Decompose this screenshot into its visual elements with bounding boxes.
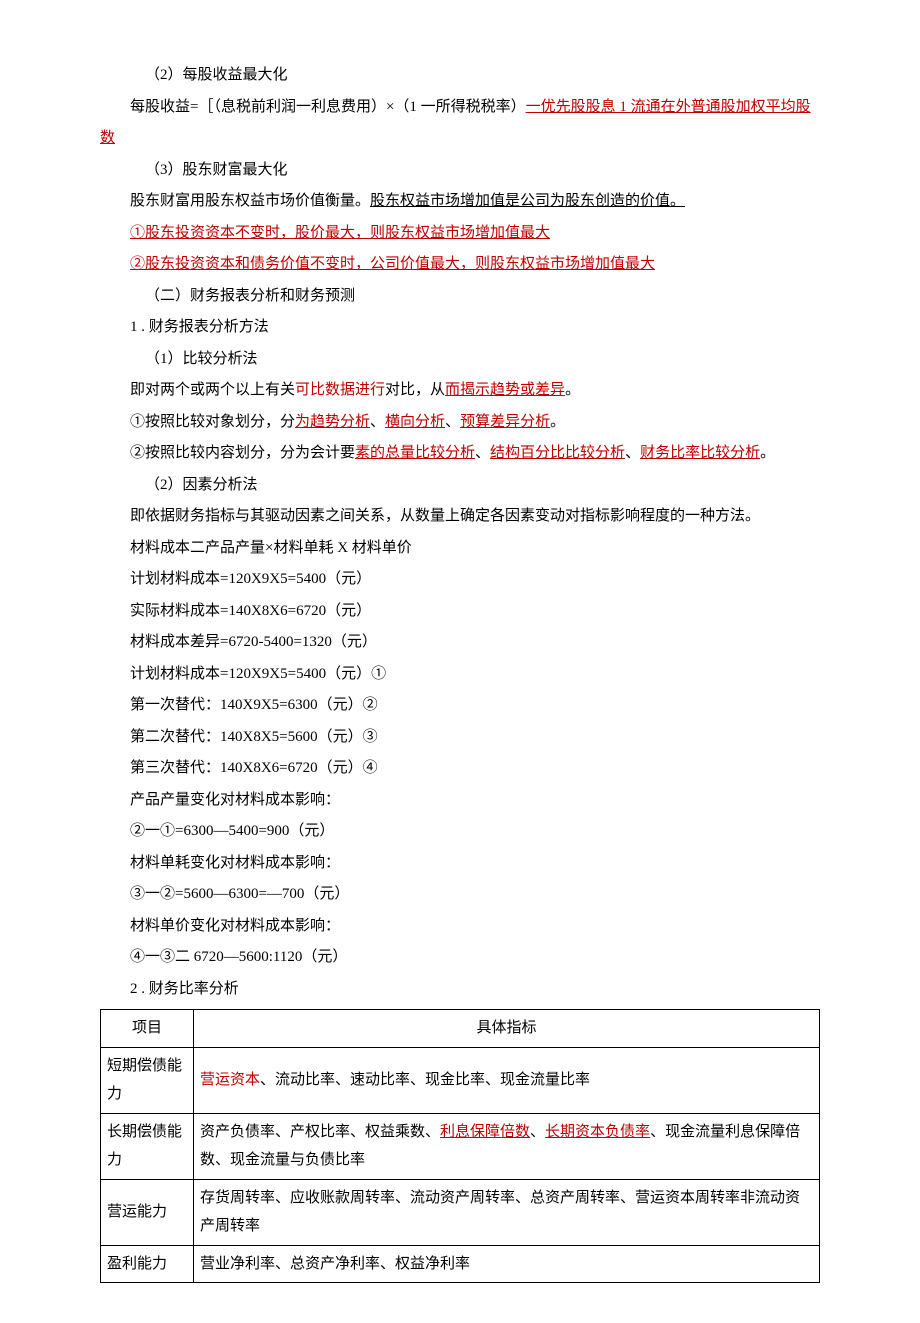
method-2-desc: 即依据财务指标与其驱动因素之间关系，从数量上确定各因素变动对指标影响程度的一种方…	[100, 501, 820, 533]
text: 、	[475, 445, 490, 461]
text: 每股收益=［（息税前利润一利息费用）×（1 一所得税税率）	[130, 99, 526, 115]
text: 。	[565, 382, 580, 398]
table-cell: 存货周转率、应收账款周转率、流动资产周转率、总资产周转率、营运资本周转率非流动资…	[194, 1179, 820, 1245]
calc-line: 实际材料成本=140X8X6=6720（元）	[100, 596, 820, 628]
method-1-desc: 即对两个或两个以上有关可比数据进行对比，从而揭示趋势或差异。	[100, 375, 820, 407]
highlight-text: 横向分析	[385, 414, 445, 430]
calc-line: 计划材料成本=120X9X5=5400（元）	[100, 564, 820, 596]
compare-content-line: ②按照比较内容划分，分为会计要素的总量比较分析、结构百分比比较分析、财务比率比较…	[100, 438, 820, 470]
calc-line: 第二次替代：140X8X5=5600（元）③	[100, 722, 820, 754]
text: 、	[530, 1124, 545, 1140]
line-shareholder-desc: 股东财富用股东权益市场价值衡量。股东权益市场增加值是公司为股东创造的价值。	[100, 186, 820, 218]
compare-obj-line: ①按照比较对象划分，分为趋势分析、横向分析、预算差异分析。	[100, 407, 820, 439]
text: 对比，从	[385, 382, 445, 398]
table-cell: 长期偿债能力	[101, 1113, 194, 1179]
calc-line: 材料单价变化对材料成本影响：	[100, 911, 820, 943]
highlight-text: 预算差异分析	[460, 414, 550, 430]
text: 资产负债率、产权比率、权益乘数、	[200, 1124, 440, 1140]
red-text: 可比数据进行	[295, 382, 385, 398]
text: ①按照比较对象划分，分	[130, 414, 295, 430]
table-cell: 盈利能力	[101, 1245, 194, 1283]
text: 股东财富用股东权益市场价值衡量。	[130, 193, 370, 209]
table-row: 营运能力 存货周转率、应收账款周转率、流动资产周转率、总资产周转率、营运资本周转…	[101, 1179, 820, 1245]
calc-line: ②一①=6300—5400=900（元）	[100, 816, 820, 848]
text: 。	[760, 445, 775, 461]
text: 、	[370, 414, 385, 430]
highlight-text: 长期资本负债率	[545, 1124, 650, 1140]
calc-line: ④一③二 6720—5600:1120（元）	[100, 942, 820, 974]
highlight-text: 财务比率比较分析	[640, 445, 760, 461]
line-eps-title: （2）每股收益最大化	[100, 60, 820, 92]
table-row: 盈利能力 营业净利率、总资产净利率、权益净利率	[101, 1245, 820, 1283]
calc-line: 第一次替代：140X9X5=6300（元）②	[100, 690, 820, 722]
section-heading: （二）财务报表分析和财务预测	[100, 281, 820, 313]
subsection-heading: 1 . 财务报表分析方法	[100, 312, 820, 344]
text: ②按照比较内容划分，分为会计要	[130, 445, 355, 461]
line-rule-1: ①股东投资资本不变时，股价最大，则股东权益市场增加值最大	[100, 218, 820, 250]
subsection-heading: 2 . 财务比率分析	[100, 974, 820, 1006]
method-2-title: （2）因素分析法	[100, 470, 820, 502]
text: 、	[625, 445, 640, 461]
calc-line: ③一②=5600—6300=—700（元）	[100, 879, 820, 911]
calc-line: 第三次替代：140X8X6=6720（元）④	[100, 753, 820, 785]
table-cell: 资产负债率、产权比率、权益乘数、利息保障倍数、长期资本负债率、现金流量利息保障倍…	[194, 1113, 820, 1179]
calc-line: 计划材料成本=120X9X5=5400（元）①	[100, 659, 820, 691]
table-header-row: 项目 具体指标	[101, 1010, 820, 1048]
calc-line: 材料成本二产品产量×材料单耗 X 材料单价	[100, 533, 820, 565]
highlight-text: 利息保障倍数	[440, 1124, 530, 1140]
calc-line: 材料成本差异=6720-5400=1320（元）	[100, 627, 820, 659]
ratio-table: 项目 具体指标 短期偿债能力 营运资本、流动比率、速动比率、现金比率、现金流量比…	[100, 1009, 820, 1283]
calc-line: 材料单耗变化对材料成本影响：	[100, 848, 820, 880]
table-cell: 营运能力	[101, 1179, 194, 1245]
line-rule-2: ②股东投资资本和债务价值不变时，公司价值最大，则股东权益市场增加值最大	[100, 249, 820, 281]
highlight-text: 结构百分比比较分析	[490, 445, 625, 461]
line-eps-formula: 每股收益=［（息税前利润一利息费用）×（1 一所得税税率）一优先股股息 1 流通…	[100, 92, 820, 155]
table-row: 长期偿债能力 资产负债率、产权比率、权益乘数、利息保障倍数、长期资本负债率、现金…	[101, 1113, 820, 1179]
text: 、	[445, 414, 460, 430]
text: 、流动比率、速动比率、现金比率、现金流量比率	[260, 1072, 590, 1088]
highlight-text: 为趋势分析	[295, 414, 370, 430]
highlight-text: 素的总量比较分析	[355, 445, 475, 461]
text: 即对两个或两个以上有关	[130, 382, 295, 398]
table-row: 短期偿债能力 营运资本、流动比率、速动比率、现金比率、现金流量比率	[101, 1047, 820, 1113]
line-shareholder-title: （3）股东财富最大化	[100, 155, 820, 187]
method-1-title: （1）比较分析法	[100, 344, 820, 376]
underline-text: 股东权益市场增加值是公司为股东创造的价值。	[370, 193, 685, 209]
table-header: 具体指标	[194, 1010, 820, 1048]
highlight-text: ②股东投资资本和债务价值不变时，公司价值最大，则股东权益市场增加值最大	[130, 256, 655, 272]
highlight-text: 而揭示趋势或差异	[445, 382, 565, 398]
calc-line: 产品产量变化对材料成本影响：	[100, 785, 820, 817]
table-cell: 短期偿债能力	[101, 1047, 194, 1113]
highlight-text: ①股东投资资本不变时，股价最大，则股东权益市场增加值最大	[130, 225, 550, 241]
table-header: 项目	[101, 1010, 194, 1048]
red-text: 营运资本	[200, 1072, 260, 1088]
table-cell: 营业净利率、总资产净利率、权益净利率	[194, 1245, 820, 1283]
text: 。	[550, 414, 565, 430]
table-cell: 营运资本、流动比率、速动比率、现金比率、现金流量比率	[194, 1047, 820, 1113]
